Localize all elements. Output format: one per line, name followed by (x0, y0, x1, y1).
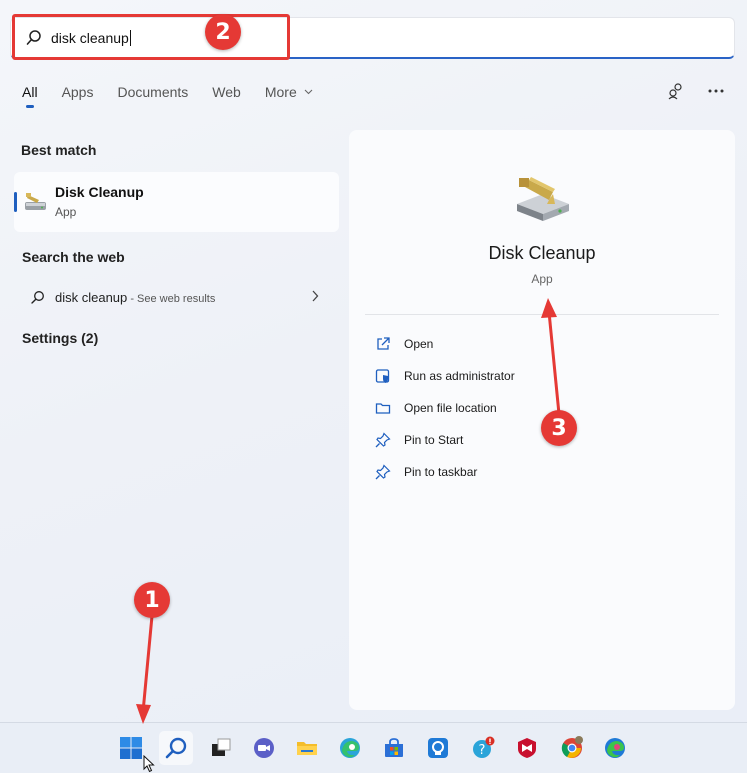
app-button[interactable] (421, 731, 455, 765)
open-action[interactable]: Open (375, 336, 433, 352)
mcafee-button[interactable] (510, 731, 544, 765)
file-explorer-button[interactable] (290, 731, 324, 765)
pin-icon (375, 464, 391, 480)
taskbar: ? (0, 722, 747, 773)
chrome-icon (561, 736, 583, 758)
detail-app-type: App (531, 272, 553, 286)
chevron-right-icon (312, 290, 319, 302)
run-as-admin-action[interactable]: Run as administrator (375, 368, 515, 384)
store-icon (385, 738, 403, 757)
settings-heading[interactable]: Settings (2) (22, 330, 98, 346)
detail-app-name: Disk Cleanup (488, 243, 596, 263)
filter-tabs: All Apps Documents Web More (22, 84, 313, 108)
run-as-admin-label: Run as administrator (404, 369, 515, 383)
search-icon (31, 291, 44, 304)
mcafee-icon (518, 738, 536, 758)
more-options-icon[interactable] (707, 82, 725, 100)
open-file-location-action[interactable]: Open file location (375, 400, 497, 416)
edge-icon (340, 738, 360, 758)
task-view-icon (212, 738, 231, 756)
windows-start-icon (120, 737, 142, 759)
divider (365, 314, 719, 315)
chrome-button[interactable] (555, 731, 589, 765)
folder-icon (375, 403, 391, 414)
chevron-down-icon (304, 89, 313, 95)
annotation-badge-3: 3 (541, 410, 577, 446)
shield-window-icon (375, 369, 390, 383)
edge-dev-button[interactable] (598, 731, 632, 765)
tab-apps[interactable]: Apps (62, 84, 94, 108)
best-match-heading: Best match (21, 142, 97, 158)
chat-icon (254, 738, 274, 758)
pin-to-taskbar-label: Pin to taskbar (404, 465, 478, 479)
disk-cleanup-icon (25, 193, 46, 210)
edge-button[interactable] (333, 731, 367, 765)
pin-to-start-action[interactable]: Pin to Start (375, 432, 463, 448)
open-label: Open (404, 337, 434, 351)
annotation-highlight-box (12, 14, 290, 60)
edge-dev-icon (605, 738, 625, 758)
web-result-label: disk cleanup - See web results (55, 290, 216, 305)
top-right-icons (667, 82, 725, 100)
tab-all[interactable]: All (22, 84, 38, 108)
task-view-button[interactable] (204, 731, 238, 765)
help-icon: ? (473, 736, 495, 758)
open-icon (377, 337, 390, 350)
pin-icon (375, 432, 391, 448)
svg-text:?: ? (479, 743, 486, 758)
help-button[interactable]: ? (466, 731, 500, 765)
switch-account-icon[interactable] (667, 82, 685, 100)
tab-documents[interactable]: Documents (117, 84, 188, 108)
search-icon (165, 737, 187, 759)
open-file-location-label: Open file location (404, 401, 497, 415)
best-match-result[interactable]: Disk Cleanup App (14, 172, 339, 232)
web-search-result[interactable]: disk cleanup - See web results (14, 282, 339, 314)
selection-indicator (14, 192, 17, 212)
disk-cleanup-large-icon (517, 177, 569, 221)
annotation-badge-2: 2 (205, 14, 241, 50)
annotation-badge-1: 1 (134, 582, 170, 618)
tab-web[interactable]: Web (212, 84, 241, 108)
search-web-heading: Search the web (22, 249, 125, 265)
file-explorer-icon (297, 742, 317, 755)
store-button[interactable] (377, 731, 411, 765)
pin-to-taskbar-action[interactable]: Pin to taskbar (375, 464, 477, 480)
tab-more[interactable]: More (265, 84, 313, 108)
search-taskbar-button[interactable] (159, 731, 193, 765)
mouse-cursor-icon (143, 755, 155, 773)
result-app-name: Disk Cleanup (55, 184, 144, 200)
chat-button[interactable] (247, 731, 281, 765)
result-app-type: App (55, 205, 77, 219)
pin-to-start-label: Pin to Start (404, 433, 464, 447)
app-icon (428, 738, 448, 758)
